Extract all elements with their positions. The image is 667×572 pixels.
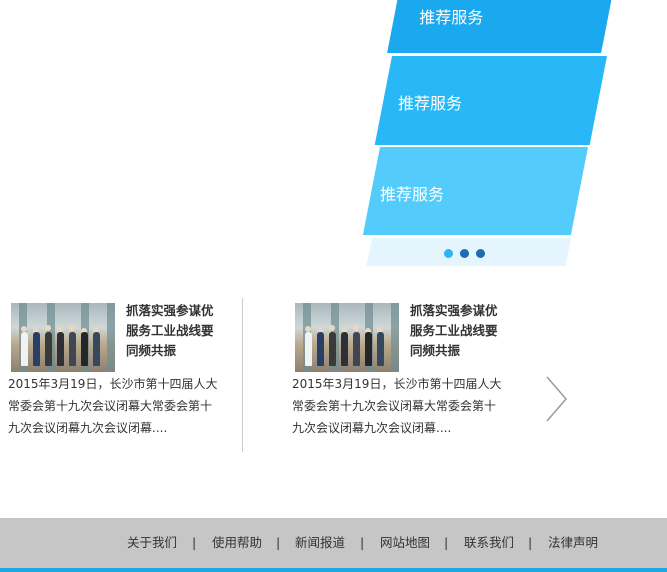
pagination-dot-3[interactable] (476, 249, 485, 258)
footer-link-about[interactable]: 关于我们 (127, 518, 177, 568)
news-item[interactable]: 抓落实强参谋优服务工业战线要同频共振 2015年3月19日，长沙市第十四届人大常… (292, 298, 527, 458)
footer-separator: | (444, 535, 449, 550)
carousel-pagination (444, 249, 492, 259)
news-thumbnail[interactable] (11, 303, 115, 372)
service-tile-2[interactable]: 推荐服务 (374, 56, 607, 145)
footer-link-contact[interactable]: 联系我们 (464, 518, 514, 568)
news-title[interactable]: 抓落实强参谋优服务工业战线要同频共振 (410, 301, 506, 361)
pagination-dot-1[interactable] (444, 249, 453, 258)
service-tile-3[interactable]: 推荐服务 (362, 147, 588, 235)
footer-link-legal[interactable]: 法律声明 (548, 518, 598, 568)
pagination-dot-2[interactable] (460, 249, 469, 258)
footer-link-sitemap[interactable]: 网站地图 (380, 518, 430, 568)
footer-separator: | (360, 535, 365, 550)
footer-separator: | (528, 535, 533, 550)
footer-link-help[interactable]: 使用帮助 (212, 518, 262, 568)
service-tile-1[interactable]: 推荐服务 (387, 0, 618, 53)
news-title[interactable]: 抓落实强参谋优服务工业战线要同频共振 (126, 301, 222, 361)
news-description: 2015年3月19日，长沙市第十四届人大常委会第十九次会议闭幕大常委会第十九次会… (292, 377, 502, 435)
service-tile-label: 推荐服务 (419, 8, 484, 27)
footer-nav: 关于我们 | 使用帮助 | 新闻报道 | 网站地图 | 联系我们 | 法律声明 (0, 518, 667, 568)
service-tile-label: 推荐服务 (398, 94, 463, 113)
footer: 关于我们 | 使用帮助 | 新闻报道 | 网站地图 | 联系我们 | 法律声明 (0, 518, 667, 568)
footer-separator: | (192, 535, 197, 550)
news-divider (242, 298, 243, 452)
footer-separator: | (276, 535, 281, 550)
service-tile-label: 推荐服务 (380, 185, 445, 204)
chevron-right-icon[interactable] (544, 375, 570, 423)
news-item[interactable]: 抓落实强参谋优服务工业战线要同频共振 2015年3月19日，长沙市第十四届人大常… (8, 298, 243, 458)
service-banner: 推荐服务 推荐服务 推荐服务 (0, 0, 667, 270)
news-thumbnail[interactable] (295, 303, 399, 372)
news-description: 2015年3月19日，长沙市第十四届人大常委会第十九次会议闭幕大常委会第十九次会… (8, 377, 218, 435)
footer-accent-bar (0, 568, 667, 572)
footer-link-news[interactable]: 新闻报道 (295, 518, 345, 568)
